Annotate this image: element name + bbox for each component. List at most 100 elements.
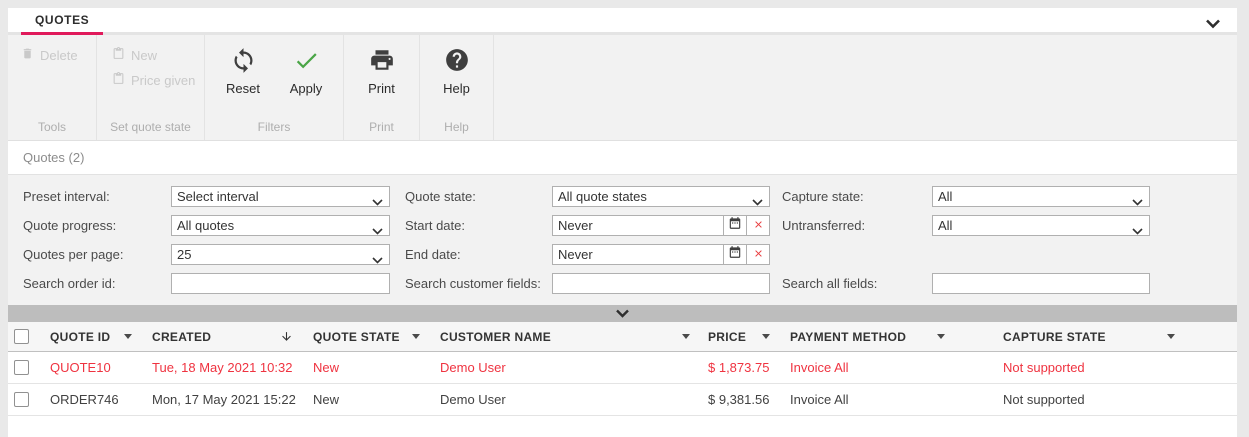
cell-capture-state: Not supported	[1003, 392, 1237, 407]
search-customer-fields-input[interactable]	[552, 273, 770, 294]
check-icon	[293, 46, 320, 74]
column-menu-caret-icon[interactable]	[762, 334, 770, 339]
toolbar-group-filters: Reset Apply Filters	[205, 35, 344, 140]
row-checkbox[interactable]	[14, 360, 29, 375]
panel-collapse-chevron-icon[interactable]	[1205, 16, 1221, 34]
end-date-calendar-button[interactable]	[723, 245, 746, 264]
quotes-per-page-select-control[interactable]: 25	[171, 244, 390, 265]
apply-button[interactable]: Apply	[278, 46, 334, 96]
column-menu-caret-icon[interactable]	[1167, 334, 1175, 339]
set-state-price-given-button[interactable]: Price given	[112, 72, 204, 88]
preset-interval-select-control[interactable]: Select interval	[171, 186, 390, 207]
end-date-clear-button[interactable]	[746, 245, 769, 264]
print-button[interactable]: Print	[354, 46, 410, 96]
quotes-per-page-select[interactable]: 25	[171, 244, 390, 265]
column-label: CAPTURE STATE	[1003, 330, 1106, 344]
select-all-cell	[8, 329, 50, 344]
sort-descending-icon	[280, 330, 293, 343]
set-state-new-label: New	[131, 48, 157, 63]
quote-progress-select[interactable]: All quotes	[171, 215, 390, 236]
select-all-checkbox[interactable]	[14, 329, 29, 344]
delete-button-label: Delete	[40, 48, 78, 63]
column-header-price[interactable]: PRICE	[708, 322, 790, 351]
help-button-label: Help	[443, 81, 470, 96]
help-button[interactable]: Help	[429, 46, 485, 96]
refresh-icon	[230, 46, 257, 74]
column-header-capture-state[interactable]: CAPTURE STATE	[1003, 322, 1237, 351]
set-state-price-given-label: Price given	[131, 73, 195, 88]
cell-price: $ 1,873.75	[708, 360, 790, 375]
group-caption-print: Print	[344, 120, 419, 134]
quote-progress-select-control[interactable]: All quotes	[171, 215, 390, 236]
cell-quote-id: ORDER746	[50, 392, 152, 407]
toolbar-group-print: Print Print	[344, 35, 420, 140]
reset-button[interactable]: Reset	[215, 46, 271, 96]
search-order-id-input[interactable]	[171, 273, 390, 294]
printer-icon	[369, 46, 395, 74]
column-header-created[interactable]: CREATED	[152, 322, 313, 351]
group-caption-filters: Filters	[205, 120, 343, 134]
search-customer-fields-label: Search customer fields:	[390, 276, 552, 291]
untransferred-select-control[interactable]: All	[932, 215, 1150, 236]
cell-capture-state: Not supported	[1003, 360, 1237, 375]
search-all-fields-input[interactable]	[932, 273, 1150, 294]
column-header-payment-method[interactable]: PAYMENT METHOD	[790, 322, 1003, 351]
section-title: Quotes (2)	[23, 150, 84, 165]
filter-collapse-strip[interactable]	[8, 305, 1237, 322]
group-caption-help: Help	[420, 120, 493, 134]
column-header-customer-name[interactable]: CUSTOMER NAME	[440, 322, 708, 351]
clipboard-icon	[112, 47, 125, 63]
cell-quote-id: QUOTE10	[50, 360, 152, 375]
table-empty-area	[8, 416, 1237, 437]
clipboard-icon	[112, 72, 125, 88]
start-date-calendar-button[interactable]	[723, 216, 746, 235]
cell-customer-name: Demo User	[440, 360, 708, 375]
section-header: Quotes (2)	[8, 141, 1237, 175]
set-state-new-button[interactable]: New	[112, 47, 204, 63]
apply-button-label: Apply	[290, 81, 323, 96]
delete-button[interactable]: Delete	[21, 47, 96, 63]
quote-state-select-control[interactable]: All quote states	[552, 186, 770, 207]
preset-interval-select[interactable]: Select interval	[171, 186, 390, 207]
quotes-per-page-label: Quotes per page:	[23, 247, 171, 262]
table-header: QUOTE ID CREATED QUOTE STATE CUSTOMER NA…	[8, 322, 1237, 352]
start-date-clear-button[interactable]	[746, 216, 769, 235]
toolbar-group-tools: Delete Tools	[8, 35, 97, 140]
clear-x-icon	[753, 246, 764, 264]
column-label: PRICE	[708, 330, 746, 344]
row-checkbox[interactable]	[14, 392, 29, 407]
clear-x-icon	[753, 217, 764, 235]
table-row[interactable]: ORDER746 Mon, 17 May 2021 15:22 New Demo…	[8, 384, 1237, 416]
column-header-quote-state[interactable]: QUOTE STATE	[313, 322, 440, 351]
search-order-id-label: Search order id:	[23, 276, 171, 291]
tab-quotes[interactable]: QUOTES	[21, 8, 103, 35]
column-label: PAYMENT METHOD	[790, 330, 906, 344]
cell-customer-name: Demo User	[440, 392, 708, 407]
collapse-chevron-down-icon	[615, 305, 630, 323]
column-menu-caret-icon[interactable]	[682, 334, 690, 339]
column-menu-caret-icon[interactable]	[937, 334, 945, 339]
quote-progress-label: Quote progress:	[23, 218, 171, 233]
end-date-label: End date:	[390, 247, 552, 262]
quote-state-select[interactable]: All quote states	[552, 186, 770, 207]
capture-state-select-control[interactable]: All	[932, 186, 1150, 207]
cell-payment-method: Invoice All	[790, 392, 1003, 407]
column-menu-caret-icon[interactable]	[124, 334, 132, 339]
column-header-quote-id[interactable]: QUOTE ID	[50, 322, 152, 351]
calendar-icon	[728, 245, 742, 264]
filter-panel: Preset interval: Select interval Quote s…	[8, 175, 1237, 305]
tab-quotes-label: QUOTES	[35, 13, 89, 27]
column-menu-caret-icon[interactable]	[412, 334, 420, 339]
help-icon	[444, 46, 470, 74]
ribbon-toolbar: Delete Tools New Price given	[8, 35, 1237, 141]
cell-created: Tue, 18 May 2021 10:32	[152, 360, 313, 375]
end-date-input[interactable]	[553, 245, 723, 264]
capture-state-select[interactable]: All	[932, 186, 1150, 207]
tab-bar: QUOTES	[8, 8, 1237, 35]
table-row[interactable]: QUOTE10 Tue, 18 May 2021 10:32 New Demo …	[8, 352, 1237, 384]
cell-quote-state: New	[313, 392, 440, 407]
start-date-input[interactable]	[553, 216, 723, 235]
calendar-icon	[728, 216, 742, 235]
untransferred-select[interactable]: All	[932, 215, 1150, 236]
cell-quote-state: New	[313, 360, 440, 375]
